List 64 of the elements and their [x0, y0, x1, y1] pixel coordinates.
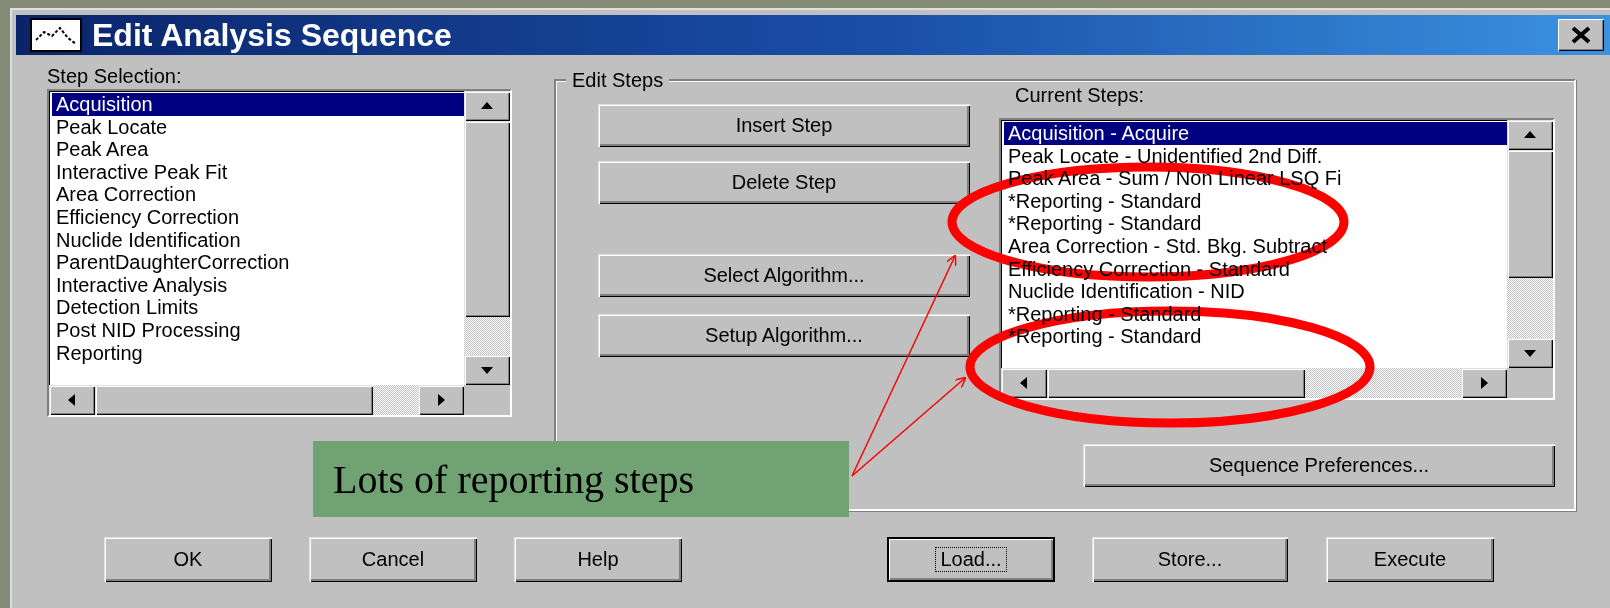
action-button[interactable]: Setup Algorithm...	[598, 314, 970, 357]
scroll-up-button[interactable]	[1507, 120, 1553, 150]
scrollbar-corner	[464, 385, 510, 415]
scroll-up-button[interactable]	[464, 91, 510, 121]
list-item[interactable]: Nuclide Identification - NID	[1004, 280, 1507, 303]
right-arrow-icon	[1479, 375, 1489, 391]
up-arrow-icon	[479, 101, 495, 111]
vertical-scrollbar[interactable]	[1507, 120, 1553, 368]
dialog-button[interactable]: Execute	[1326, 537, 1494, 582]
list-item[interactable]: Nuclide Identification	[52, 228, 464, 252]
action-button[interactable]: Insert Step	[598, 104, 970, 147]
scroll-left-button[interactable]	[49, 385, 95, 415]
list-item[interactable]: Efficiency Correction	[52, 205, 464, 229]
left-arrow-icon	[1019, 375, 1029, 391]
list-label: Step Selection:	[47, 65, 183, 87]
close-button[interactable]	[1558, 19, 1604, 51]
scroll-down-button[interactable]	[464, 355, 510, 385]
list-item[interactable]: Interactive Peak Fit	[52, 160, 464, 184]
dialog-button[interactable]: Store...	[1092, 537, 1288, 582]
dialog-button[interactable]: OK	[104, 537, 272, 582]
horizontal-scrollbar[interactable]	[49, 385, 464, 415]
list-item[interactable]: Peak Locate	[52, 115, 464, 139]
scroll-thumb[interactable]	[1047, 368, 1305, 398]
list-box[interactable]	[999, 118, 1555, 400]
scroll-thumb[interactable]	[464, 121, 510, 317]
action-button[interactable]: Select Algorithm...	[598, 254, 970, 297]
scrollbar-corner	[1507, 368, 1553, 398]
list-item[interactable]: Peak Locate - Unidentified 2nd Diff.	[1004, 144, 1507, 168]
dialog-button[interactable]: Load...	[887, 537, 1055, 582]
list-item[interactable]: Detection Limits	[52, 296, 464, 319]
dialog-button[interactable]: Help	[514, 537, 682, 582]
list-item[interactable]: Reporting	[52, 341, 464, 365]
list-item[interactable]: Acquisition - Acquire	[1004, 122, 1507, 145]
close-icon	[1570, 26, 1592, 44]
list-item[interactable]: *Reporting - Standard	[1004, 212, 1507, 235]
down-arrow-icon	[479, 365, 495, 375]
chart-window-icon	[30, 18, 82, 52]
scroll-down-button[interactable]	[1507, 338, 1553, 368]
scroll-right-button[interactable]	[1461, 368, 1507, 398]
list-item[interactable]: Peak Area	[52, 138, 464, 161]
horizontal-scrollbar[interactable]	[1001, 368, 1507, 398]
vertical-scrollbar[interactable]	[464, 91, 510, 385]
list-item[interactable]: Area Correction	[52, 183, 464, 206]
preferences-button[interactable]: Sequence Preferences...	[1083, 444, 1555, 487]
list-item[interactable]: Interactive Analysis	[52, 273, 464, 297]
list-item[interactable]: ParentDaughterCorrection	[52, 251, 464, 274]
down-arrow-icon	[1522, 348, 1538, 358]
scroll-left-button[interactable]	[1001, 368, 1047, 398]
list-item[interactable]: Acquisition	[52, 93, 464, 116]
dialog-button[interactable]: Cancel	[309, 537, 477, 582]
list-item[interactable]: *Reporting - Standard	[1004, 325, 1507, 348]
scroll-right-button[interactable]	[418, 385, 464, 415]
left-arrow-icon	[67, 392, 77, 408]
up-arrow-icon	[1522, 130, 1538, 140]
right-arrow-icon	[436, 392, 446, 408]
action-button[interactable]: Delete Step	[598, 161, 970, 204]
callout-label: Lots of reporting steps	[313, 441, 849, 517]
list-item[interactable]: *Reporting - Standard	[1004, 189, 1507, 213]
scroll-thumb[interactable]	[95, 385, 373, 415]
list-item[interactable]: Post NID Processing	[52, 318, 464, 342]
window-title: Edit Analysis Sequence	[92, 16, 453, 54]
list-box[interactable]	[47, 89, 512, 417]
list-label: Current Steps:	[1015, 84, 1145, 106]
scroll-thumb[interactable]	[1507, 150, 1553, 278]
